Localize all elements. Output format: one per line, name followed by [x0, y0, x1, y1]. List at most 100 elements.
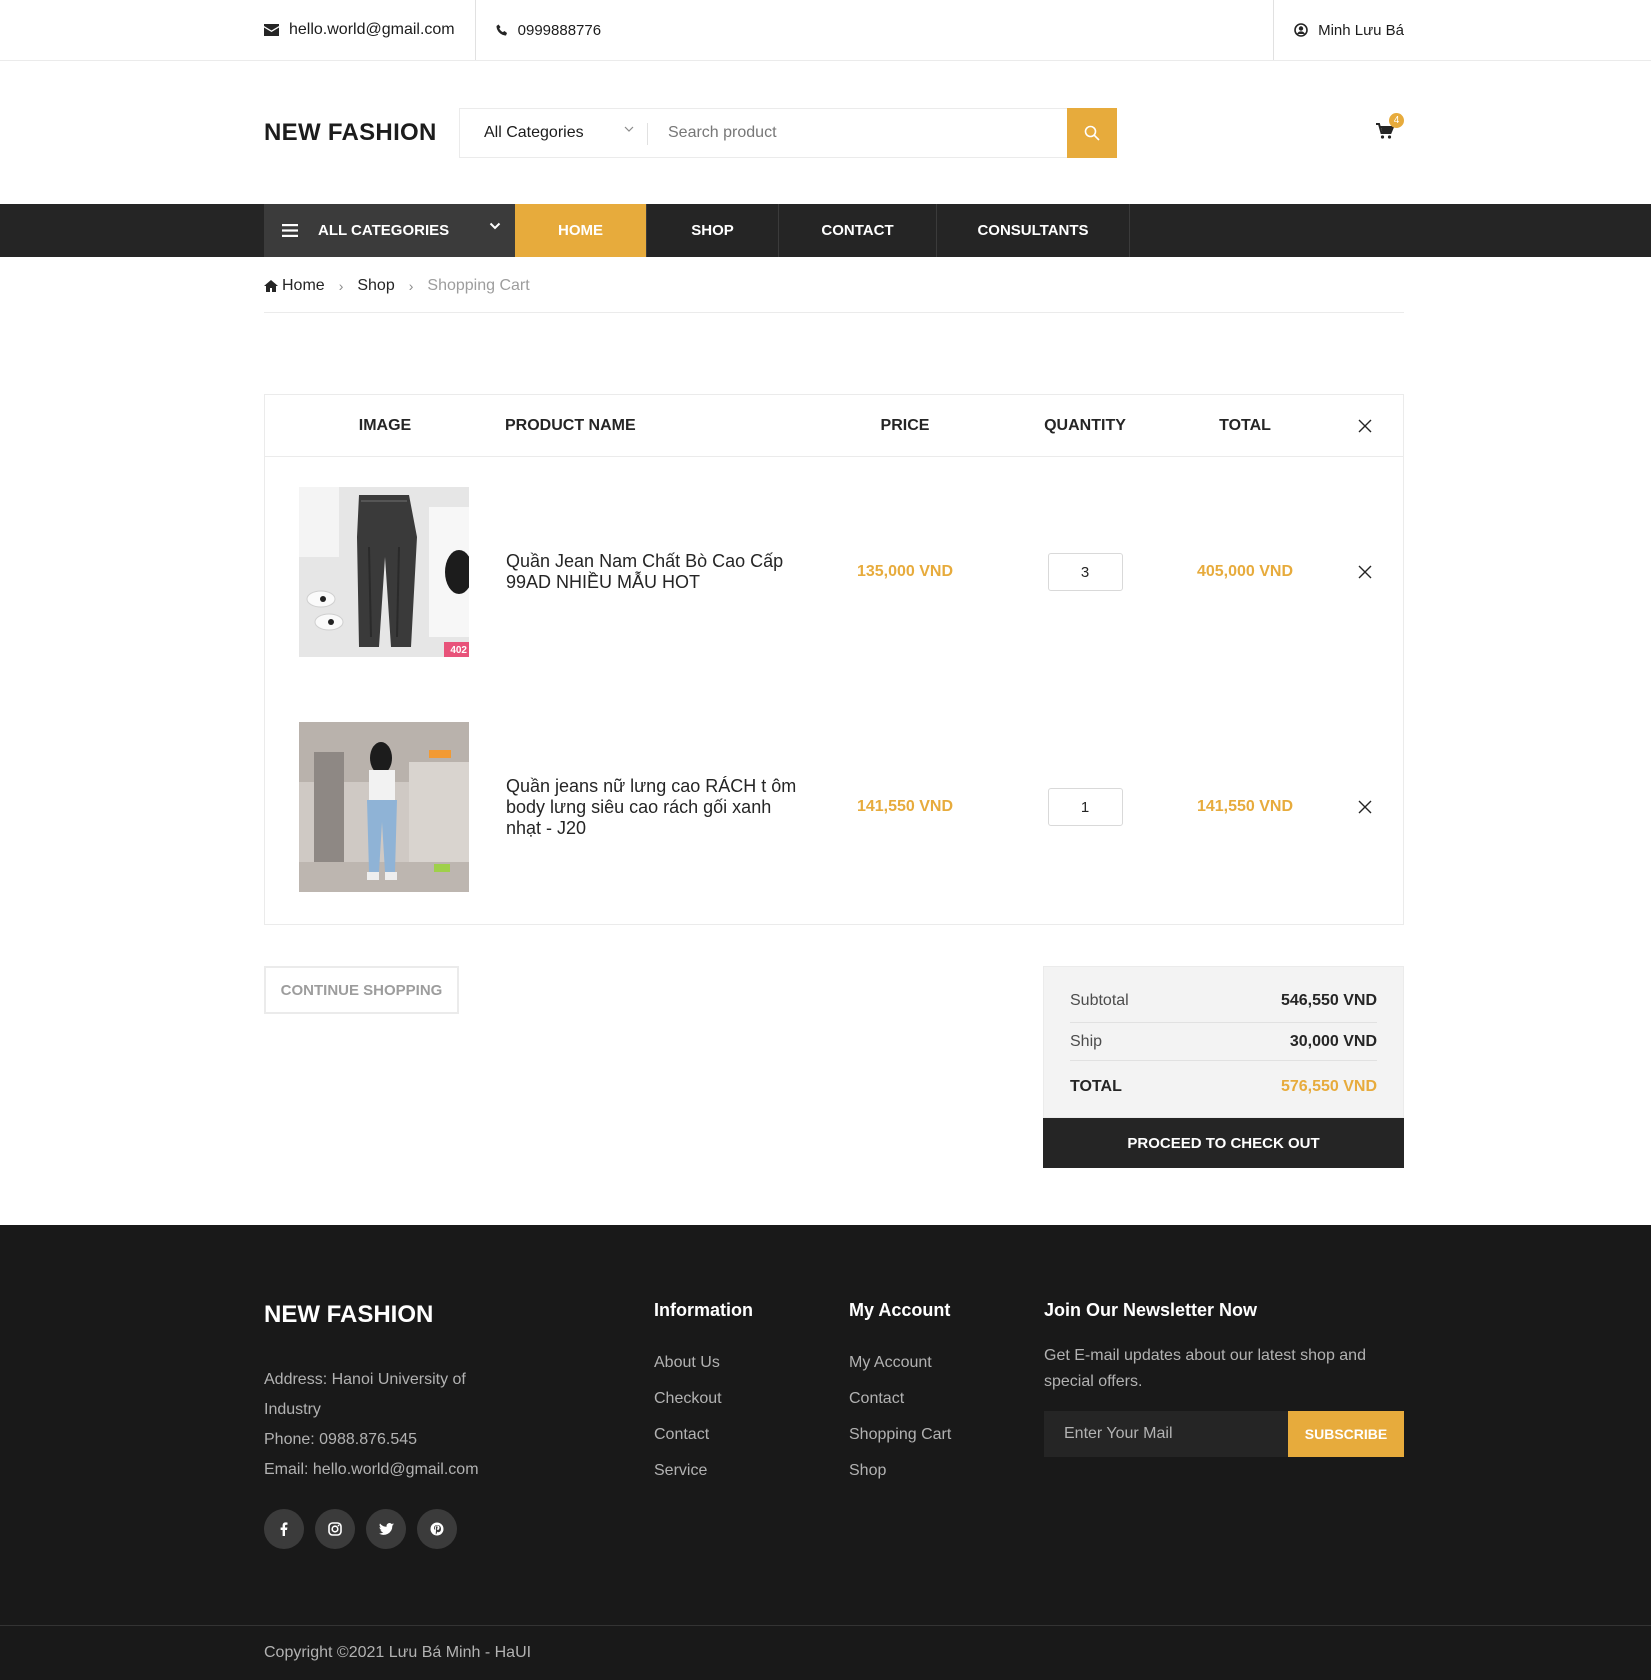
- hamburger-icon: [282, 224, 298, 237]
- breadcrumb: Home › Shop › Shopping Cart: [264, 257, 1404, 313]
- nav-contact[interactable]: CONTACT: [779, 204, 937, 257]
- pinterest-icon[interactable]: [417, 1509, 457, 1549]
- search-button[interactable]: [1067, 107, 1117, 158]
- facebook-icon[interactable]: [264, 1509, 304, 1549]
- product-image[interactable]: 402: [299, 487, 469, 657]
- order-summary: Subtotal 546,550 VND Ship 30,000 VND TOT…: [1043, 966, 1404, 1168]
- instagram-icon[interactable]: [315, 1509, 355, 1549]
- newsletter-email-input[interactable]: [1044, 1411, 1288, 1457]
- footer-information-title: Information: [654, 1300, 753, 1320]
- cart-table-header: IMAGE PRODUCT NAME PRICE QUANTITY TOTAL: [265, 395, 1403, 457]
- breadcrumb-shop[interactable]: Shop: [357, 277, 394, 295]
- product-name-cell: Quần Jean Nam Chất Bò Cao Cấp 99AD NHIỀU…: [505, 487, 805, 657]
- footer-logo[interactable]: NEW FASHION: [264, 1301, 433, 1329]
- search-bar: All Categories: [459, 107, 1117, 158]
- total-row: TOTAL 576,550 VND: [1070, 1061, 1377, 1109]
- footer-link[interactable]: Checkout: [654, 1381, 753, 1417]
- footer-contact-info: Address: Hanoi University of Industry Ph…: [264, 1365, 504, 1485]
- product-name[interactable]: Quần jeans nữ lưng cao RÁCH t ôm body lư…: [505, 776, 805, 839]
- newsletter-form: SUBSCRIBE: [1044, 1411, 1404, 1457]
- total-label: TOTAL: [1070, 1078, 1122, 1095]
- user-account-link[interactable]: Minh Lưu Bá: [1273, 0, 1404, 60]
- footer-address: Address: Hanoi University of Industry: [264, 1371, 466, 1418]
- subtotal-value: 546,550 VND: [1280, 991, 1377, 1009]
- footer-information: Information About Us Checkout Contact Se…: [654, 1300, 753, 1489]
- newsletter-text: Get E-mail updates about our latest shop…: [1044, 1347, 1366, 1390]
- footer-phone: Phone: 0988.876.545: [264, 1431, 418, 1448]
- breadcrumb-home-label: Home: [282, 276, 325, 294]
- footer-my-account: My Account My Account Contact Shopping C…: [849, 1300, 951, 1489]
- category-select-value: All Categories: [484, 123, 584, 141]
- product-name[interactable]: Quần Jean Nam Chất Bò Cao Cấp 99AD NHIỀU…: [505, 551, 805, 593]
- header-quantity: QUANTITY: [1044, 417, 1126, 434]
- table-row: 402 Quần Jean Nam Chất Bò Cao Cấp 99AD N…: [265, 487, 1403, 657]
- breadcrumb-home[interactable]: Home: [264, 277, 325, 295]
- topbar-email-text: hello.world@gmail.com: [289, 21, 455, 38]
- breadcrumb-current: Shopping Cart: [427, 276, 530, 294]
- topbar-email[interactable]: hello.world@gmail.com: [264, 0, 476, 60]
- home-icon: [264, 279, 278, 292]
- social-links: [264, 1509, 468, 1549]
- footer-link[interactable]: My Account: [849, 1345, 951, 1381]
- table-row: Quần jeans nữ lưng cao RÁCH t ôm body lư…: [265, 722, 1403, 892]
- footer-account-title: My Account: [849, 1300, 951, 1320]
- search-icon: [1084, 125, 1100, 141]
- close-icon: [1358, 419, 1372, 433]
- quantity-cell: 1: [1005, 722, 1165, 892]
- subscribe-button[interactable]: SUBSCRIBE: [1288, 1411, 1404, 1457]
- price-cell: 141,550 VND: [825, 722, 985, 892]
- copyright: Copyright ©2021 Lưu Bá Minh - HaUI: [0, 1625, 1651, 1680]
- search-input[interactable]: [648, 108, 1067, 157]
- header: NEW FASHION All Categories 4: [0, 61, 1651, 204]
- footer-link[interactable]: Shop: [849, 1453, 951, 1489]
- footer-link[interactable]: Contact: [849, 1381, 951, 1417]
- subtotal-row: Subtotal 546,550 VND: [1070, 967, 1377, 1023]
- footer-link[interactable]: Shopping Cart: [849, 1417, 951, 1453]
- topbar-phone-text: 0999888776: [517, 21, 602, 39]
- remove-item-button[interactable]: [1325, 722, 1405, 892]
- footer-email: Email: hello.world@gmail.com: [264, 1461, 479, 1478]
- chevron-down-icon: [489, 222, 501, 230]
- all-categories-menu[interactable]: ALL CATEGORIES: [264, 204, 515, 257]
- footer-link[interactable]: About Us: [654, 1345, 753, 1381]
- product-price: 135,000 VND: [856, 563, 954, 580]
- jeans-product-photo: [299, 487, 469, 657]
- summary-box: Subtotal 546,550 VND Ship 30,000 VND TOT…: [1043, 966, 1404, 1118]
- close-icon: [1358, 800, 1372, 814]
- cart-actions: CONTINUE SHOPPING Subtotal 546,550 VND S…: [264, 966, 1404, 1216]
- envelope-icon: [264, 24, 279, 36]
- quantity-input[interactable]: 3: [1047, 553, 1123, 591]
- product-total: 141,550 VND: [1196, 798, 1294, 815]
- footer-link[interactable]: Contact: [654, 1417, 753, 1453]
- site-logo[interactable]: NEW FASHION: [264, 119, 459, 147]
- breadcrumb-separator-icon: ›: [338, 277, 344, 294]
- product-name-cell: Quần jeans nữ lưng cao RÁCH t ôm body lư…: [505, 722, 805, 892]
- cart-button[interactable]: 4: [1376, 112, 1404, 144]
- nav-consultants[interactable]: CONSULTANTS: [937, 204, 1130, 257]
- topbar-phone[interactable]: 0999888776: [476, 0, 601, 60]
- nav-shop[interactable]: SHOP: [647, 204, 779, 257]
- phone-icon: [496, 24, 507, 36]
- clear-cart-button[interactable]: [1325, 395, 1405, 457]
- chevron-down-icon: [624, 126, 634, 132]
- product-total: 405,000 VND: [1196, 563, 1294, 580]
- ship-row: Ship 30,000 VND: [1070, 1023, 1377, 1061]
- ship-label: Ship: [1070, 1032, 1103, 1050]
- quantity-input[interactable]: 1: [1047, 788, 1123, 826]
- price-cell: 135,000 VND: [825, 487, 985, 657]
- cart-table: IMAGE PRODUCT NAME PRICE QUANTITY TOTAL: [264, 394, 1404, 925]
- user-circle-icon: [1294, 23, 1308, 37]
- twitter-icon[interactable]: [366, 1509, 406, 1549]
- quantity-cell: 3: [1005, 487, 1165, 657]
- total-cell: 141,550 VND: [1165, 722, 1325, 892]
- header-image: IMAGE: [358, 417, 412, 434]
- category-select[interactable]: All Categories: [460, 109, 648, 157]
- nav-home[interactable]: HOME: [515, 204, 647, 257]
- footer-link[interactable]: Service: [654, 1453, 753, 1489]
- product-image[interactable]: [299, 722, 469, 892]
- header-price: PRICE: [880, 417, 930, 434]
- continue-shopping-button[interactable]: CONTINUE SHOPPING: [264, 966, 459, 1014]
- checkout-button[interactable]: PROCEED TO CHECK OUT: [1043, 1118, 1404, 1168]
- main-nav: ALL CATEGORIES HOME SHOP CONTACT CONSULT…: [0, 204, 1651, 257]
- remove-item-button[interactable]: [1325, 487, 1405, 657]
